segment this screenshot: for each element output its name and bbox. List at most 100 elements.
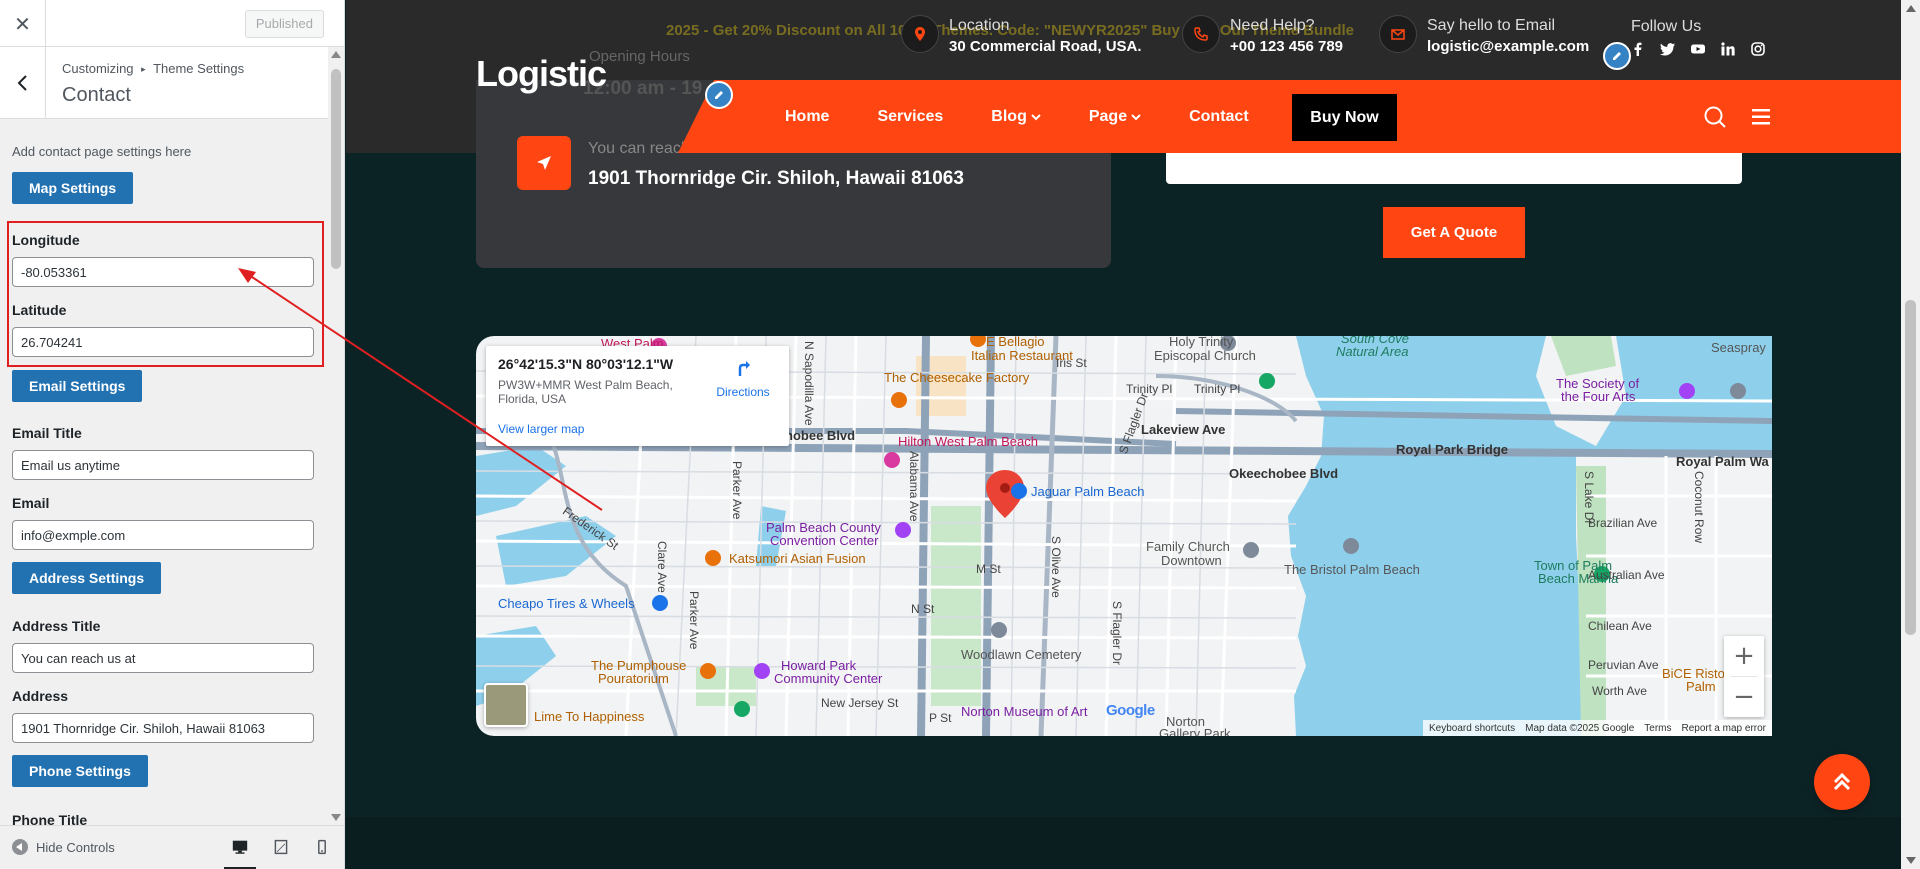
- directions-label: Directions: [716, 385, 770, 399]
- address-input[interactable]: [12, 713, 314, 743]
- map-label: The Cheesecake Factory: [884, 370, 1030, 385]
- youtube-icon[interactable]: [1690, 41, 1706, 57]
- zoom-out-button[interactable]: −: [1724, 677, 1764, 717]
- map-label: S Olive Ave: [1049, 536, 1063, 598]
- search-icon[interactable]: [1703, 105, 1727, 129]
- help-value[interactable]: +00 123 456 789: [1230, 37, 1343, 57]
- map-label: Australian Ave: [1588, 568, 1665, 582]
- map-label: Clare Ave: [655, 541, 669, 593]
- follow-us-label: Follow Us: [1631, 18, 1702, 35]
- close-icon[interactable]: ✕: [0, 0, 46, 47]
- map-label: Royal Palm Wa: [1676, 454, 1769, 469]
- map-label: Downtown: [1161, 553, 1222, 568]
- map-label: N Sapodilla Ave: [802, 341, 816, 426]
- nav-blog-label: Blog: [991, 107, 1027, 125]
- email-settings-button[interactable]: Email Settings: [12, 370, 143, 402]
- map-label: Chilean Ave: [1588, 619, 1652, 633]
- map-label: Parker Ave: [730, 461, 744, 520]
- map-label: Natural Area: [1336, 344, 1409, 359]
- back-arrow-icon[interactable]: [0, 47, 46, 119]
- buy-now-button[interactable]: Buy Now: [1292, 94, 1397, 141]
- hamburger-menu-icon[interactable]: [1751, 107, 1771, 127]
- map-label: Family Church: [1146, 539, 1230, 554]
- facebook-icon[interactable]: [1630, 41, 1646, 57]
- edit-pencil-icon[interactable]: [1603, 42, 1631, 70]
- map-label: Convention Center: [770, 533, 879, 548]
- zoom-in-button[interactable]: +: [1724, 636, 1764, 676]
- location-label: Location: [949, 17, 1010, 34]
- get-quote-button[interactable]: Get A Quote: [1383, 207, 1525, 258]
- location-pin-icon: [901, 15, 939, 53]
- breadcrumb: Customizing ▸ Theme Settings: [62, 61, 244, 76]
- double-chevron-up-icon: [1833, 772, 1851, 791]
- collapse-icon: [12, 839, 28, 855]
- nav-home[interactable]: Home: [761, 108, 853, 126]
- email-title-input[interactable]: [12, 450, 314, 480]
- breadcrumb-separator: ▸: [141, 64, 146, 74]
- map-label: Pouratorium: [598, 671, 669, 686]
- email-value[interactable]: logistic@example.com: [1427, 37, 1589, 57]
- nav-page[interactable]: Page: [1065, 108, 1165, 126]
- message-textarea[interactable]: [1166, 153, 1742, 184]
- map-label: Okeechobee Blvd: [1229, 466, 1339, 481]
- phone-settings-button[interactable]: Phone Settings: [12, 755, 148, 787]
- map-label: Coconut Row: [1692, 471, 1706, 544]
- scroll-up-arrow[interactable]: [331, 51, 341, 58]
- map-label: Trinity Pl: [1194, 382, 1241, 396]
- nav-services[interactable]: Services: [853, 108, 967, 126]
- zoom-controls: + −: [1724, 636, 1764, 717]
- view-larger-map-link[interactable]: View larger map: [498, 422, 584, 436]
- sidebar-scrollbar[interactable]: [328, 47, 344, 825]
- map-label: Episcopal Church: [1154, 348, 1256, 363]
- site-logo[interactable]: Logistic: [476, 53, 607, 95]
- map-plus-code: PW3W+MMR West Palm Beach, Florida, USA: [498, 378, 673, 406]
- map-settings-button[interactable]: Map Settings: [12, 172, 134, 204]
- scroll-up-arrow[interactable]: [1906, 5, 1916, 12]
- twitter-icon[interactable]: [1660, 41, 1676, 57]
- scroll-to-top-button[interactable]: [1814, 754, 1870, 810]
- linkedin-icon[interactable]: [1720, 41, 1736, 57]
- map-label: P St: [929, 711, 952, 725]
- email-label: Say hello to Email: [1427, 17, 1556, 34]
- map-label: Seaspray: [1711, 340, 1766, 355]
- map-label: S Lake Dr: [1582, 471, 1596, 525]
- mobile-preview-icon[interactable]: [311, 836, 333, 858]
- page-scrollbar-thumb[interactable]: [1905, 300, 1916, 635]
- terms-link[interactable]: Terms: [1644, 723, 1671, 734]
- desktop-preview-icon[interactable]: [224, 836, 256, 869]
- map-label: Hilton West Palm Beach: [898, 434, 1038, 449]
- published-button[interactable]: Published: [244, 10, 324, 38]
- social-links: [1630, 41, 1766, 57]
- address-settings-button[interactable]: Address Settings: [12, 562, 162, 594]
- breadcrumb-parent: Theme Settings: [153, 61, 245, 76]
- scroll-down-arrow[interactable]: [331, 814, 341, 821]
- report-error-link[interactable]: Report a map error: [1682, 723, 1766, 734]
- keyboard-shortcuts-link[interactable]: Keyboard shortcuts: [1429, 723, 1515, 734]
- address-title-input[interactable]: [12, 643, 314, 673]
- google-map[interactable]: West Palm E Bellagio Italian Restaurant …: [476, 336, 1772, 736]
- highlight-box: [7, 221, 324, 367]
- instagram-icon[interactable]: [1750, 41, 1766, 57]
- chevron-down-icon: [1131, 113, 1141, 120]
- customizer-footer: Hide Controls: [0, 825, 344, 869]
- scrollbar-thumb[interactable]: [331, 69, 341, 269]
- page-scrollbar[interactable]: [1901, 0, 1920, 869]
- nav-blog[interactable]: Blog: [967, 108, 1065, 126]
- site-preview: 2025 - Get 20% Discount on All 100% Them…: [346, 0, 1901, 869]
- edit-pencil-icon[interactable]: [705, 81, 733, 109]
- map-label: S Flagler Dr: [1110, 601, 1124, 666]
- scroll-down-arrow[interactable]: [1906, 857, 1916, 864]
- map-label: Iris St: [1056, 356, 1087, 370]
- satellite-toggle[interactable]: [484, 683, 528, 727]
- hide-controls-button[interactable]: Hide Controls: [12, 839, 115, 855]
- map-info-card: 26°42'15.3"N 80°03'12.1"W PW3W+MMR West …: [486, 346, 789, 446]
- topbar-email: Say hello to Email logistic@example.com: [1379, 15, 1589, 57]
- directions-button[interactable]: Directions: [708, 356, 778, 399]
- envelope-icon: [1379, 15, 1417, 53]
- map-label: M St: [976, 562, 1001, 576]
- google-logo-text: Google: [1106, 702, 1155, 719]
- tablet-preview-icon[interactable]: [270, 836, 292, 858]
- email-input[interactable]: [12, 520, 314, 550]
- nav-contact[interactable]: Contact: [1165, 108, 1273, 126]
- nav-page-label: Page: [1088, 107, 1128, 125]
